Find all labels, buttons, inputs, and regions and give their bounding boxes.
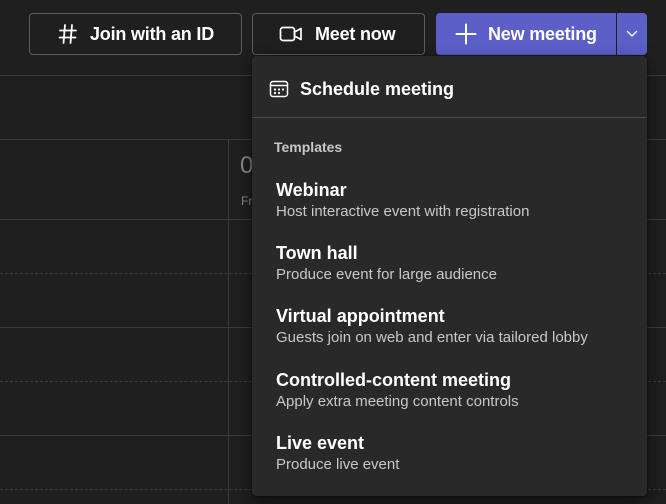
template-title: Virtual appointment [276, 306, 445, 326]
teams-calendar-screen: 0 Fr Join with an ID Meet now New meetin… [0, 0, 666, 504]
template-title: Live event [276, 433, 365, 453]
template-description: Apply extra meeting content controls [276, 393, 519, 410]
join-with-id-label: Join with an ID [90, 23, 215, 44]
schedule-meeting-item[interactable]: Schedule meeting [252, 68, 647, 110]
meet-now-button[interactable]: Meet now [252, 13, 425, 55]
templates-heading: Templates [274, 139, 343, 155]
menu-divider [252, 117, 647, 118]
chevron-down-icon [626, 30, 638, 38]
template-description: Host interactive event with registration [276, 203, 530, 220]
template-title: Webinar [276, 180, 347, 200]
template-town-hall[interactable]: Town hall Produce event for large audien… [252, 239, 647, 295]
new-meeting-button[interactable]: New meeting [436, 13, 616, 55]
template-virtual-appointment[interactable]: Virtual appointment Guests join on web a… [252, 302, 647, 358]
template-description: Guests join on web and enter via tailore… [276, 329, 588, 346]
new-meeting-dropdown-menu: Schedule meeting Templates Webinar Host … [252, 56, 647, 496]
template-title: Town hall [276, 243, 358, 263]
plus-icon [455, 23, 477, 45]
template-description: Produce live event [276, 456, 400, 473]
new-meeting-options-button[interactable] [617, 13, 647, 55]
calendar-icon [269, 79, 289, 99]
template-live-event[interactable]: Live event Produce live event [252, 429, 647, 485]
join-with-id-button[interactable]: Join with an ID [29, 13, 242, 55]
template-webinar[interactable]: Webinar Host interactive event with regi… [252, 176, 647, 232]
new-meeting-label: New meeting [488, 23, 597, 44]
template-description: Produce event for large audience [276, 266, 497, 283]
template-controlled-content-meeting[interactable]: Controlled-content meeting Apply extra m… [252, 366, 647, 422]
schedule-meeting-label: Schedule meeting [300, 78, 455, 99]
meet-now-label: Meet now [315, 23, 396, 44]
video-camera-icon [279, 23, 303, 45]
hash-icon [57, 23, 79, 45]
day-name: Fr [241, 194, 253, 208]
template-title: Controlled-content meeting [276, 370, 511, 390]
grid-column-line [228, 140, 229, 504]
